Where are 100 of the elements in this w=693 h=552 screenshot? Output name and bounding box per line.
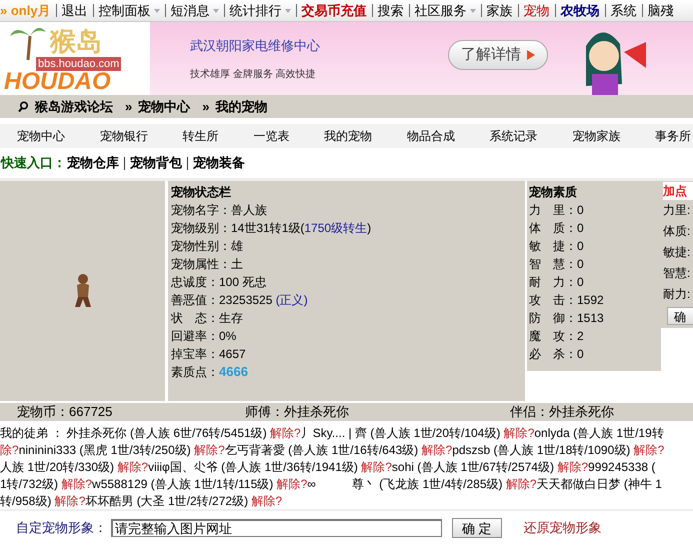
details-button[interactable]: 了解详情 (448, 40, 548, 70)
disciple-text: 尊丶 (飞龙族 1世/4转/285级) (352, 477, 504, 491)
nav-link[interactable]: 短消息 (170, 0, 219, 20)
status-row-text: 回避率：0% (171, 328, 238, 345)
coin-balance: 宠物币：667725 (17, 403, 114, 422)
nav-link[interactable]: 交易币充值 (302, 0, 367, 20)
confirm-button[interactable]: 确 (667, 307, 693, 325)
nav-tab[interactable]: 系统记录 (490, 127, 538, 145)
quality-row-text: 攻 击：1592 (529, 292, 605, 309)
release-link[interactable]: 解除? (504, 426, 534, 440)
status-row-text: 宠物名字：兽人族 (171, 202, 268, 219)
release-link[interactable]: 解除? (251, 494, 282, 508)
quality-row-text: 魔 攻：2 (529, 328, 585, 345)
nav-link[interactable]: 农牧场 (560, 0, 600, 20)
status-row-text: 状 态：生存 (171, 310, 244, 327)
restore-link[interactable]: 还原宠物形象 (524, 518, 602, 538)
quick-link[interactable]: 宠物仓库 (67, 153, 119, 173)
disciple-text: onlyda (兽人族 1世/19转 (534, 426, 664, 440)
panel-title: 宠物状态栏 (171, 184, 232, 201)
nav-link[interactable]: 家族 (486, 0, 513, 20)
nav-link[interactable]: 控制面板 (98, 0, 160, 20)
master-text: 师傅：外挂杀死你 (245, 403, 350, 422)
confirm-button[interactable]: 确 定 (452, 518, 502, 538)
disciple-text: 乞丐背著愛 (兽人族 1世/16转/643级) (224, 443, 420, 457)
banner-slogan: 技术雄厚 金牌服务 高效快捷 (190, 68, 316, 82)
disciple-text: 1转/732级) (0, 477, 60, 491)
custom-image-label: 自定宠物形象： (16, 519, 107, 538)
disciple-text: viiiφ国、尐爷 (兽人族 1世/36转/1941级) (148, 460, 359, 474)
nav-tab[interactable]: 物品合成 (406, 127, 455, 145)
breadcrumb-link[interactable]: 猴岛游戏论坛 (35, 96, 113, 116)
field-label: 耐力: (663, 286, 692, 303)
release-link[interactable]: 解除? (194, 443, 225, 457)
quick-link[interactable]: 宠物背包 (130, 153, 182, 173)
breadcrumb-separator: » (125, 98, 132, 116)
quality-row-text: 智 慧：0 (529, 256, 585, 273)
nav-link[interactable]: 宠物 (524, 0, 550, 20)
quality-row-text: 体 质：0 (529, 220, 585, 237)
nav-tab[interactable]: 宠物银行 (100, 127, 148, 145)
disciple-text: nininini333 (黑虎 1世/3转/250级) (18, 443, 192, 457)
nav-tab[interactable]: 转生所 (182, 127, 218, 145)
partner-text: 伴侣：外挂杀死你 (510, 403, 614, 422)
disciple-text: ∞ (307, 477, 316, 491)
status-row-text: 善恶值：23253525 (正义) (171, 292, 309, 309)
nav-link[interactable]: 统计排行 (230, 0, 291, 20)
quality-row-text: 敏 捷：0 (529, 238, 585, 255)
release-link[interactable]: 除? (0, 443, 19, 457)
logo-url: bbs.houdao.com (36, 57, 122, 71)
status-row-text: 掉宝率：4657 (171, 346, 247, 363)
disciple-text: pdszsb (兽人族 1世/18转/1090级) (452, 443, 632, 457)
nav-tab[interactable]: 宠物家族 (572, 127, 620, 145)
disciple-text: 人族 1世/20转/330级) (0, 460, 116, 474)
nav-tab[interactable]: 我的宠物 (324, 127, 372, 145)
status-row-text: 素质点：4666 (171, 363, 249, 381)
search-icon (18, 101, 29, 112)
status-row-text: 宠物级别：14世31转1级(1750级转生) (171, 220, 372, 237)
image-url-field[interactable]: 请完整输入图片网址 (111, 519, 442, 537)
nav-tab[interactable]: 一览表 (253, 127, 290, 145)
field-label: 力里: (663, 202, 692, 219)
breadcrumb-separator: » (202, 98, 210, 116)
disciple-text: 天天都做白日梦 (神牛 1 (536, 477, 662, 491)
status-row-text: 忠诚度：100 死忠 (171, 274, 268, 291)
quality-row-text: 防 御：1513 (529, 310, 605, 327)
breadcrumb-link[interactable]: 宠物中心 (138, 96, 190, 116)
disciple-text: 丿Sky.... | 齊 (兽人族 1世/20转/104级) (300, 426, 502, 440)
panel-title: 加点 (663, 182, 693, 200)
release-link[interactable]: 解除? (270, 426, 301, 440)
panel-title: 宠物素质 (529, 184, 578, 201)
disciple-text: 我的徒弟 ： 外挂杀死你 (兽人族 6世/76转/5451级) (0, 426, 268, 440)
logo-name: 猴岛 (50, 25, 102, 58)
release-link[interactable]: 解除? (361, 460, 392, 474)
quality-row-text: 力 里：0 (529, 202, 585, 219)
release-link[interactable]: 解除? (634, 443, 664, 457)
nav-link[interactable]: 系统 (610, 0, 637, 20)
nav-link[interactable]: 搜索 (378, 0, 404, 20)
disciple-text: 坏坏酷男 (大圣 1世/2转/272级) (85, 494, 250, 508)
release-link[interactable]: 解除? (276, 477, 308, 491)
disciple-text: 转/958级) (0, 494, 52, 508)
breadcrumb-link[interactable]: 我的宠物 (215, 96, 268, 116)
status-link[interactable]: (正义) (276, 293, 308, 307)
quick-link[interactable]: 宠物装备 (193, 153, 245, 173)
status-row-text: 宠物性别：雄 (171, 238, 244, 255)
release-link[interactable]: 解除? (54, 494, 86, 508)
release-link[interactable]: 解除? (557, 460, 588, 474)
logo-wordmark: HOUDAO (4, 70, 111, 94)
quick-entry-label: 快速入口： (0, 154, 67, 172)
release-link[interactable]: 解除? (61, 477, 92, 491)
release-link[interactable]: 解除? (422, 443, 452, 457)
nav-link[interactable]: 社区服务 (414, 0, 476, 20)
nav-tab[interactable]: 事务所 (655, 127, 691, 145)
field-label: 敏捷: (663, 244, 692, 261)
nav-link[interactable]: 脑殘 (648, 0, 674, 20)
release-link[interactable]: 解除? (117, 460, 148, 474)
quality-row-text: 耐 力：0 (529, 274, 585, 291)
status-link[interactable]: 1750级转生 (304, 221, 368, 235)
nav-link[interactable]: 退出 (62, 0, 88, 20)
disciple-text: sohi (兽人族 1世/67转/2574级) (392, 460, 555, 474)
banner-title: 武汉朝阳家电维修中心 (190, 37, 320, 55)
disciple-text: w5588129 (兽人族 1世/1转/115级) (92, 477, 274, 491)
nav-tab[interactable]: 宠物中心 (17, 127, 65, 145)
release-link[interactable]: 解除? (506, 477, 537, 491)
